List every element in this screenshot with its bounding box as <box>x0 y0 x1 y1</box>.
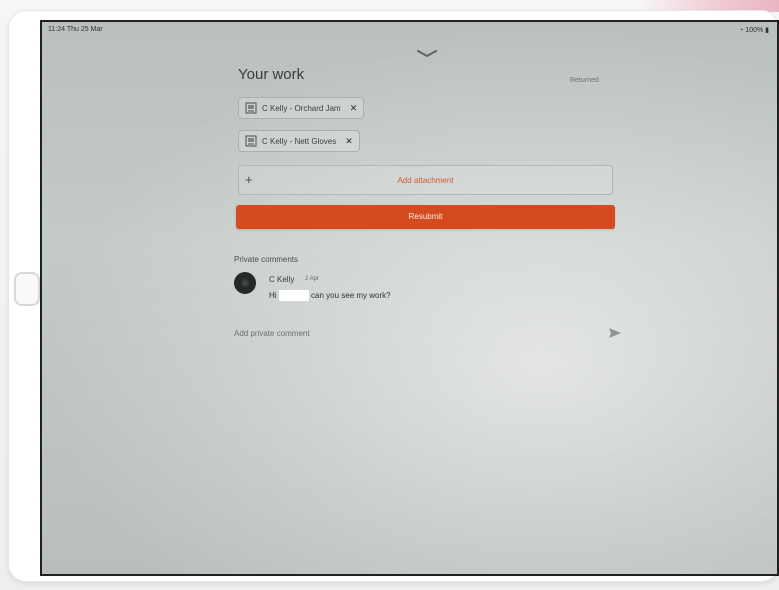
file-icon <box>245 135 257 147</box>
attachment-chip[interactable]: C Kelly - Nett Gloves ✕ <box>238 130 360 152</box>
comment-timestamp: 2 Apr <box>305 276 320 282</box>
status-indicators: ⁠⁠◔ 100% ▮ <box>739 27 769 34</box>
attachment-chip[interactable]: C Kelly - Orchard Jam ✕ <box>238 97 365 119</box>
page-title: Your work <box>238 66 305 83</box>
comment-author: C Kelly <box>269 275 295 284</box>
redacted-name <box>279 290 309 301</box>
close-icon[interactable]: ✕ <box>350 103 358 114</box>
status-bar: 11:24 Thu 25 Mar ⁠⁠◔ 100% ▮ <box>42 26 777 36</box>
status-label: Returned <box>570 77 599 84</box>
file-icon <box>245 102 257 114</box>
tablet-screen: 11:24 Thu 25 Mar ⁠⁠◔ 100% ▮ Your work Re… <box>40 20 779 576</box>
attachment-name: C Kelly - Nett Gloves <box>262 136 337 146</box>
comment-text-prefix: Hi <box>269 291 277 300</box>
comment-text: can you see my work? <box>311 291 391 300</box>
close-icon[interactable]: ✕ <box>345 136 353 147</box>
send-icon[interactable] <box>608 327 622 339</box>
private-comment-input[interactable]: Add private comment <box>234 329 310 338</box>
avatar-highlight <box>240 278 250 288</box>
add-attachment-label: Add attachment <box>397 175 454 185</box>
private-comments-heading: Private comments <box>234 255 299 264</box>
attachment-name: C Kelly - Orchard Jam <box>262 103 341 113</box>
tablet-home-button[interactable] <box>14 272 40 306</box>
resubmit-button[interactable]: Resubmit <box>236 205 615 229</box>
status-time: 11:24 Thu 25 Mar <box>48 26 103 33</box>
add-attachment-button[interactable]: + Add attachment <box>238 165 613 195</box>
avatar <box>234 272 256 294</box>
chevron-down-icon[interactable] <box>417 50 437 58</box>
screen-glare <box>42 22 777 574</box>
